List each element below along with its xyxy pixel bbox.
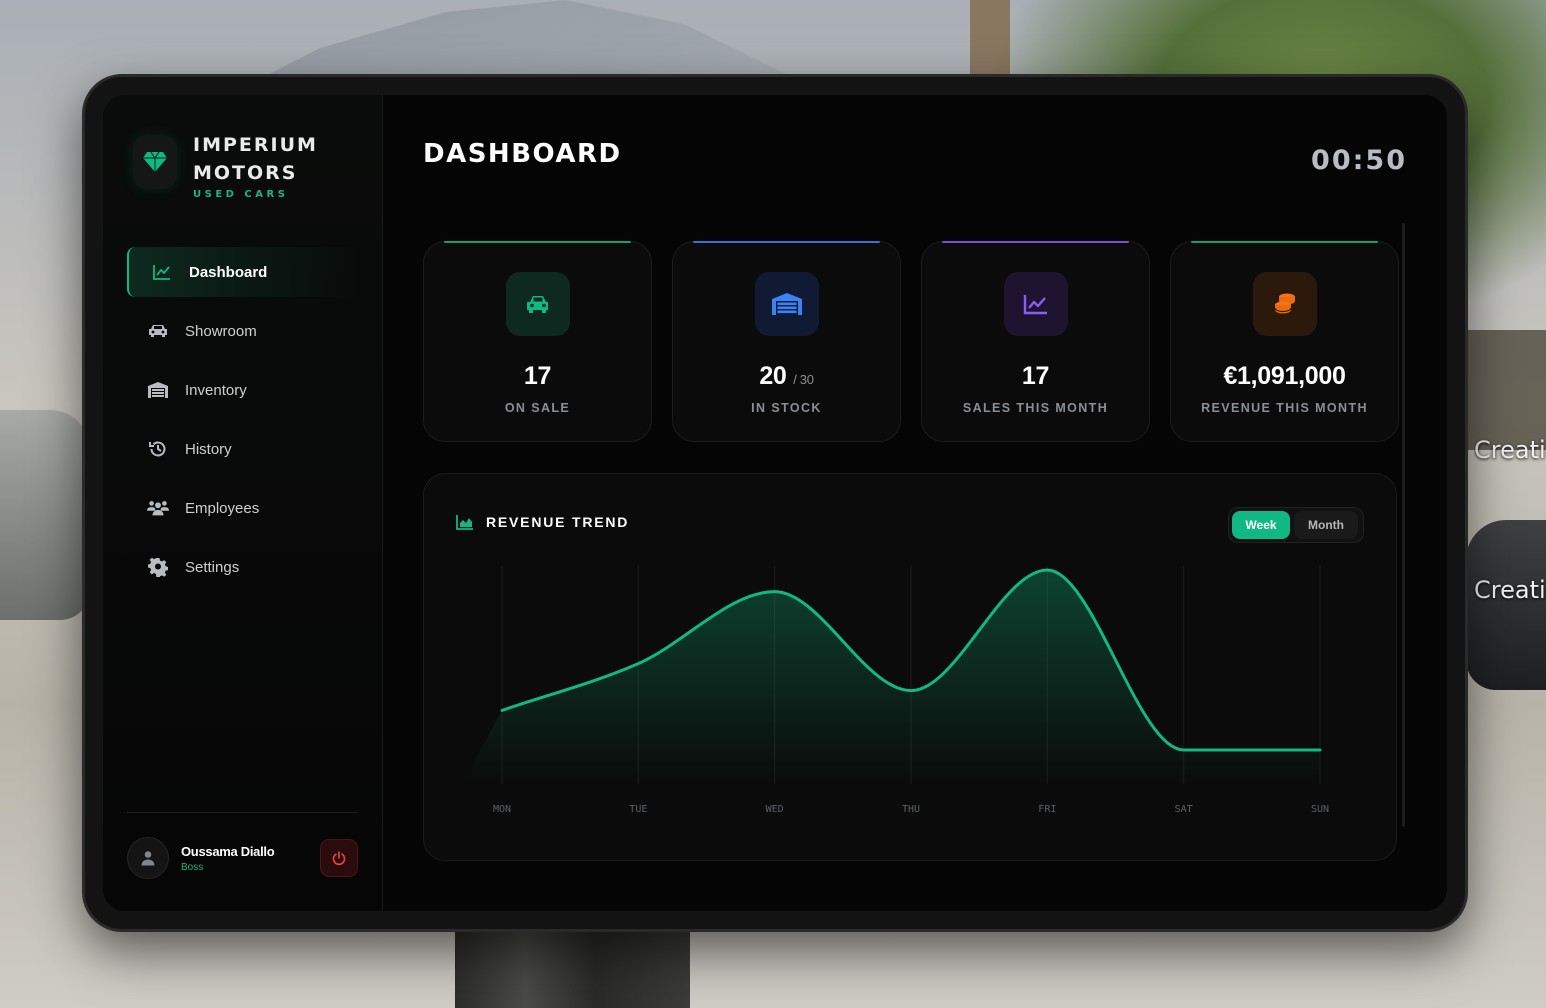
warehouse-icon bbox=[147, 379, 169, 401]
background-overlay-text: Creati bbox=[1474, 576, 1546, 604]
user-name: Oussama Diallo bbox=[181, 843, 275, 859]
x-tick-label: THU bbox=[902, 804, 920, 815]
sidebar-divider bbox=[127, 812, 358, 813]
x-tick-label: SAT bbox=[1175, 804, 1193, 815]
brand-title-line2: MOTORS bbox=[193, 162, 298, 184]
chart-area-fill bbox=[462, 570, 1320, 784]
sidebar-item-label: Inventory bbox=[185, 381, 247, 399]
revenue-trend-card: MON TUE WED THU FRI SAT SUN REVENUE TREND Week… bbox=[423, 473, 1397, 861]
power-icon bbox=[332, 850, 346, 865]
stat-card-revenue-month: €1,091,000 REVENUE THIS MONTH bbox=[1170, 241, 1399, 442]
x-tick-label: WED bbox=[766, 804, 784, 815]
user-panel: Oussama Diallo Boss bbox=[127, 837, 358, 879]
x-tick-label: MON bbox=[493, 804, 511, 815]
gear-icon bbox=[147, 556, 169, 578]
logout-button[interactable] bbox=[320, 839, 358, 877]
background-overlay-text: Creati bbox=[1474, 436, 1546, 464]
clock: 00:50 bbox=[1311, 145, 1407, 176]
sidebar-item-label: Settings bbox=[185, 558, 240, 576]
x-tick-label: FRI bbox=[1038, 804, 1056, 815]
sidebar-item-label: History bbox=[185, 440, 232, 458]
background-car-left bbox=[0, 410, 90, 620]
user-role: Boss bbox=[181, 861, 204, 873]
background-fence bbox=[1466, 330, 1546, 450]
users-icon bbox=[147, 497, 169, 519]
chart-line-icon bbox=[1003, 272, 1068, 336]
stat-card-sales-month: 17 SALES THIS MONTH bbox=[921, 241, 1150, 442]
warehouse-icon bbox=[754, 272, 819, 336]
background-car-right bbox=[1466, 520, 1546, 690]
sidebar-nav: Dashboard Showroom Inventory History Emp… bbox=[127, 247, 359, 601]
revenue-trend-header: REVENUE TREND bbox=[456, 514, 629, 530]
car-icon bbox=[147, 320, 169, 342]
brand: IMPERIUM MOTORS USED CARS bbox=[133, 131, 318, 200]
stat-label: IN STOCK bbox=[751, 401, 822, 415]
history-icon bbox=[147, 438, 169, 460]
stat-value: €1,091,000 bbox=[1223, 362, 1346, 390]
x-tick-label: TUE bbox=[629, 804, 647, 815]
brand-subtitle: USED CARS bbox=[193, 189, 289, 200]
brand-title-line1: IMPERIUM bbox=[193, 134, 318, 156]
period-toggle: Week Month bbox=[1228, 507, 1364, 543]
stat-label: ON SALE bbox=[504, 401, 571, 415]
sidebar: IMPERIUM MOTORS USED CARS Dashboard Show… bbox=[103, 95, 383, 911]
page-title: DASHBOARD bbox=[423, 139, 622, 169]
main-content: DASHBOARD 00:50 17 ON SALE 20 / 30 IN ST… bbox=[383, 95, 1447, 911]
avatar[interactable] bbox=[127, 837, 169, 879]
stat-label: SALES THIS MONTH bbox=[962, 401, 1109, 415]
stats-row: 17 ON SALE 20 / 30 IN STOCK 17 SALES THI… bbox=[423, 241, 1399, 442]
sidebar-item-settings[interactable]: Settings bbox=[127, 542, 359, 592]
scrollbar[interactable] bbox=[1402, 223, 1405, 827]
stat-label: REVENUE THIS MONTH bbox=[1201, 401, 1368, 415]
sidebar-item-showroom[interactable]: Showroom bbox=[127, 306, 359, 356]
stat-card-on-sale: 17 ON SALE bbox=[423, 241, 652, 442]
user-info: Oussama Diallo Boss bbox=[181, 844, 320, 873]
toggle-month-button[interactable]: Month bbox=[1294, 511, 1358, 539]
background-person bbox=[455, 930, 690, 1008]
toggle-week-button[interactable]: Week bbox=[1232, 511, 1290, 539]
area-chart-icon bbox=[456, 515, 473, 530]
chart-line-icon bbox=[151, 261, 173, 283]
car-icon bbox=[505, 272, 570, 336]
x-tick-label: SUN bbox=[1311, 804, 1329, 815]
coins-icon bbox=[1252, 272, 1317, 336]
sidebar-item-label: Dashboard bbox=[189, 263, 268, 281]
stat-value: 20 / 30 bbox=[759, 362, 814, 390]
user-icon bbox=[141, 851, 155, 866]
stat-value: 17 bbox=[1021, 362, 1050, 390]
chart-title: REVENUE TREND bbox=[486, 514, 630, 530]
tablet-frame: IMPERIUM MOTORS USED CARS Dashboard Show… bbox=[82, 74, 1468, 932]
diamond-icon bbox=[133, 135, 177, 189]
sidebar-item-label: Employees bbox=[185, 499, 260, 517]
stat-card-in-stock: 20 / 30 IN STOCK bbox=[672, 241, 901, 442]
stat-value: 17 bbox=[523, 362, 552, 390]
sidebar-item-dashboard[interactable]: Dashboard bbox=[127, 247, 359, 297]
tablet-screen: IMPERIUM MOTORS USED CARS Dashboard Show… bbox=[103, 95, 1447, 911]
sidebar-item-label: Showroom bbox=[185, 322, 257, 340]
sidebar-item-employees[interactable]: Employees bbox=[127, 483, 359, 533]
sidebar-item-inventory[interactable]: Inventory bbox=[127, 365, 359, 415]
stat-capacity: / 30 bbox=[793, 372, 814, 387]
sidebar-item-history[interactable]: History bbox=[127, 424, 359, 474]
